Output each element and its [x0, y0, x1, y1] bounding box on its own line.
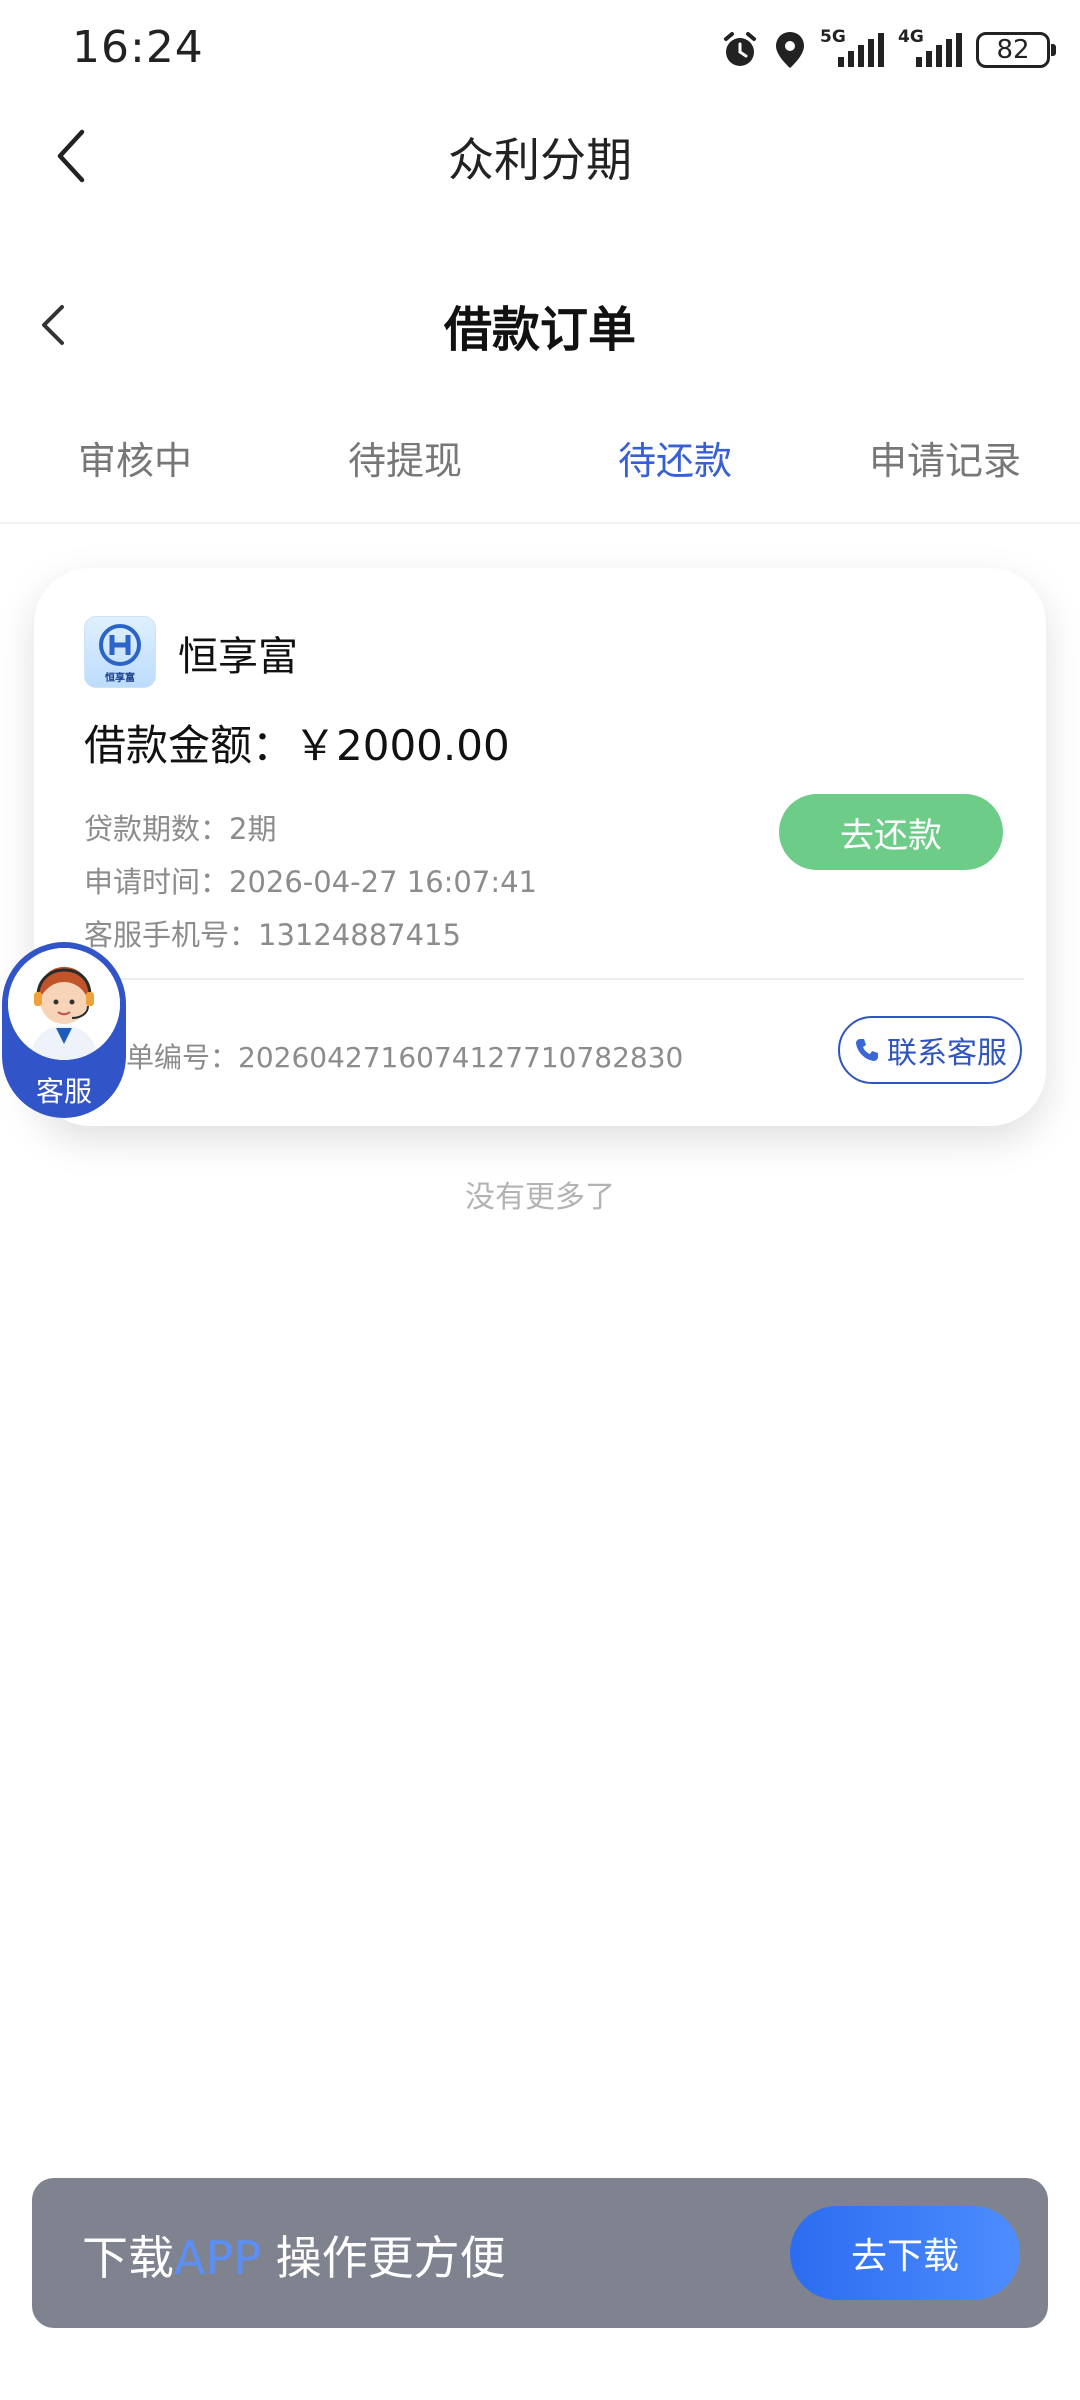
signal-5g-icon: 5G	[820, 27, 884, 73]
banner-suffix: 操作更方便	[260, 2231, 506, 2285]
lender-logo: 恒享富	[84, 616, 156, 688]
order-tabs: 审核中 待提现 待还款 申请记录	[0, 430, 1080, 520]
loan-term: 贷款期数：2期	[84, 812, 277, 846]
page-title: 借款订单	[443, 302, 636, 358]
battery-level: 82	[996, 35, 1030, 65]
loan-amount: 借款金额：￥2000.00	[84, 721, 510, 770]
repay-button[interactable]: 去还款	[779, 794, 1003, 870]
contact-support-label: 联系客服	[887, 1036, 1007, 1071]
download-banner: 下载APP 操作更方便 去下载	[32, 2178, 1048, 2328]
download-banner-text: 下载APP 操作更方便	[82, 2222, 506, 2288]
download-button[interactable]: 去下载	[790, 2206, 1020, 2300]
order-number: 单编号：20260427160741277107828​30	[126, 1041, 684, 1074]
lender-logo-text: 恒享富	[105, 673, 135, 684]
support-agent-avatar-icon	[8, 948, 120, 1060]
floating-support-button[interactable]: 客服	[2, 942, 126, 1118]
order-card[interactable]: 恒享富 恒享富 借款金额：￥2000.00 贷款期数：2期 申请时间：2026-…	[34, 568, 1046, 1126]
list-end-text: 没有更多了	[465, 1180, 615, 1215]
tab-application-records[interactable]: 申请记录	[810, 430, 1080, 485]
tab-pending-withdrawal[interactable]: 待提现	[270, 430, 540, 485]
signal-4g-icon: 4G	[898, 27, 962, 73]
lender-name: 恒享富	[178, 634, 298, 680]
floating-support-label: 客服	[35, 1075, 92, 1108]
service-phone: 客服手机号：13124887415	[84, 918, 461, 952]
contact-support-button[interactable]: 联系客服	[838, 1016, 1022, 1084]
alarm-icon	[724, 32, 756, 66]
battery-icon: 82	[976, 32, 1056, 68]
location-icon	[776, 32, 804, 68]
phone-icon	[856, 1039, 878, 1061]
banner-app-text: APP	[174, 2231, 261, 2285]
app-title: 众利分期	[448, 133, 632, 187]
status-time: 16:24	[72, 22, 204, 73]
apply-time: 申请时间：2026-04-27 16:07:41	[84, 865, 537, 899]
banner-prefix: 下载	[82, 2231, 174, 2285]
status-icons: 5G 4G 82	[720, 26, 1056, 74]
card-divider	[84, 978, 1024, 980]
tab-reviewing[interactable]: 审核中	[0, 430, 270, 485]
tabs-divider	[0, 522, 1080, 524]
tab-pending-repayment[interactable]: 待还款	[540, 430, 810, 485]
